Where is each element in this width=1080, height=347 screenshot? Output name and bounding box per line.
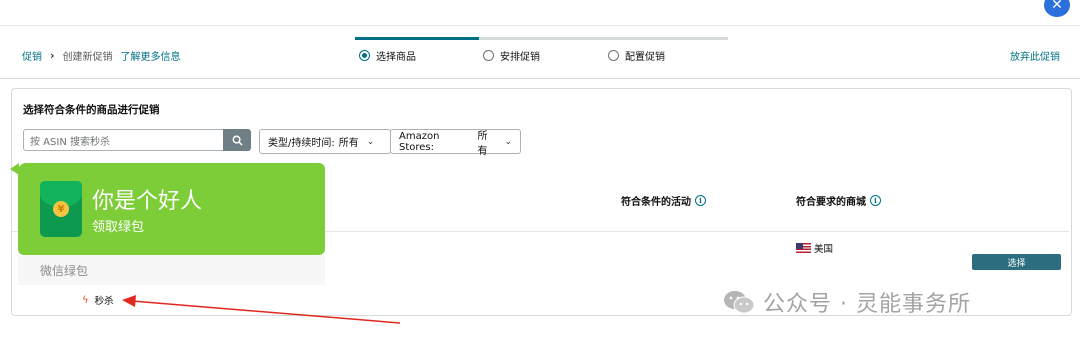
step-progress-fill (355, 37, 479, 40)
coin-icon: ¥ (53, 201, 69, 217)
search-button[interactable] (223, 129, 251, 151)
us-flag-icon (796, 243, 811, 253)
close-button[interactable]: ✕ (1044, 0, 1070, 17)
info-icon[interactable]: i (695, 195, 706, 206)
lightning-bolt-icon: ϟ (82, 294, 89, 306)
select-button[interactable]: 选择 (972, 254, 1061, 270)
asin-search-input[interactable]: 按 ASIN 搜索秒杀 (23, 129, 223, 151)
amazon-stores-dropdown[interactable]: Amazon Stores: 所有 ⌄ (390, 129, 521, 157)
breadcrumb: 促销 › 创建新促销 了解更多信息 (22, 48, 181, 63)
step-label: 选择商品 (376, 52, 416, 63)
chevron-right-icon: › (50, 49, 55, 62)
panel-title: 选择符合条件的商品进行促销 (23, 104, 160, 116)
step-select-products[interactable]: 选择商品 (359, 48, 416, 63)
dropdown-value: 所有 (338, 138, 359, 149)
watermark: 公众号 · 灵能事务所 (723, 286, 971, 318)
step-schedule-promotion[interactable]: 安排促销 (483, 48, 540, 63)
column-label: 符合要求的商城 (796, 197, 866, 208)
radio-selected-icon (359, 50, 370, 61)
breadcrumb-promotions-link[interactable]: 促销 (22, 48, 42, 63)
search-icon (232, 135, 243, 146)
dropdown-label: 类型/持续时间: (268, 138, 335, 149)
overlay-title: 你是个好人 (92, 189, 203, 214)
radio-icon (483, 50, 494, 61)
breadcrumb-current: 创建新促销 (62, 52, 113, 63)
deal-type-label: 秒杀 (94, 296, 114, 307)
step-progress-track (355, 37, 728, 40)
learn-more-link[interactable]: 了解更多信息 (121, 48, 181, 63)
step-configure-promotion[interactable]: 配置促销 (608, 48, 665, 63)
radio-icon (608, 50, 619, 61)
dropdown-label: Amazon Stores: (399, 130, 440, 153)
chevron-down-icon: ⌄ (504, 136, 512, 147)
info-icon[interactable]: i (870, 195, 881, 206)
deal-type-cell: ϟ 秒杀 (82, 293, 114, 308)
type-duration-dropdown[interactable]: 类型/持续时间: 所有 ⌄ (259, 129, 391, 154)
store-name: 美国 (814, 244, 834, 255)
dropdown-value: 所有 (477, 130, 488, 157)
store-cell: 美国 (796, 241, 833, 255)
step-label: 配置促销 (625, 52, 665, 63)
column-required-stores: 符合要求的商城 i (796, 193, 881, 208)
chevron-down-icon: ⌄ (366, 136, 375, 147)
overlay-footer-text: 微信绿包 (40, 264, 89, 278)
step-label: 安排促销 (500, 52, 540, 63)
column-eligible-activities: 符合条件的活动 i (621, 193, 706, 208)
overlay-subtitle: 领取绿包 (92, 220, 145, 235)
abandon-promotion-link[interactable]: 放弃此促销 (1010, 48, 1060, 63)
wechat-icon (724, 291, 755, 314)
column-label: 符合条件的活动 (621, 197, 691, 208)
watermark-text: 公众号 · 灵能事务所 (763, 292, 971, 317)
